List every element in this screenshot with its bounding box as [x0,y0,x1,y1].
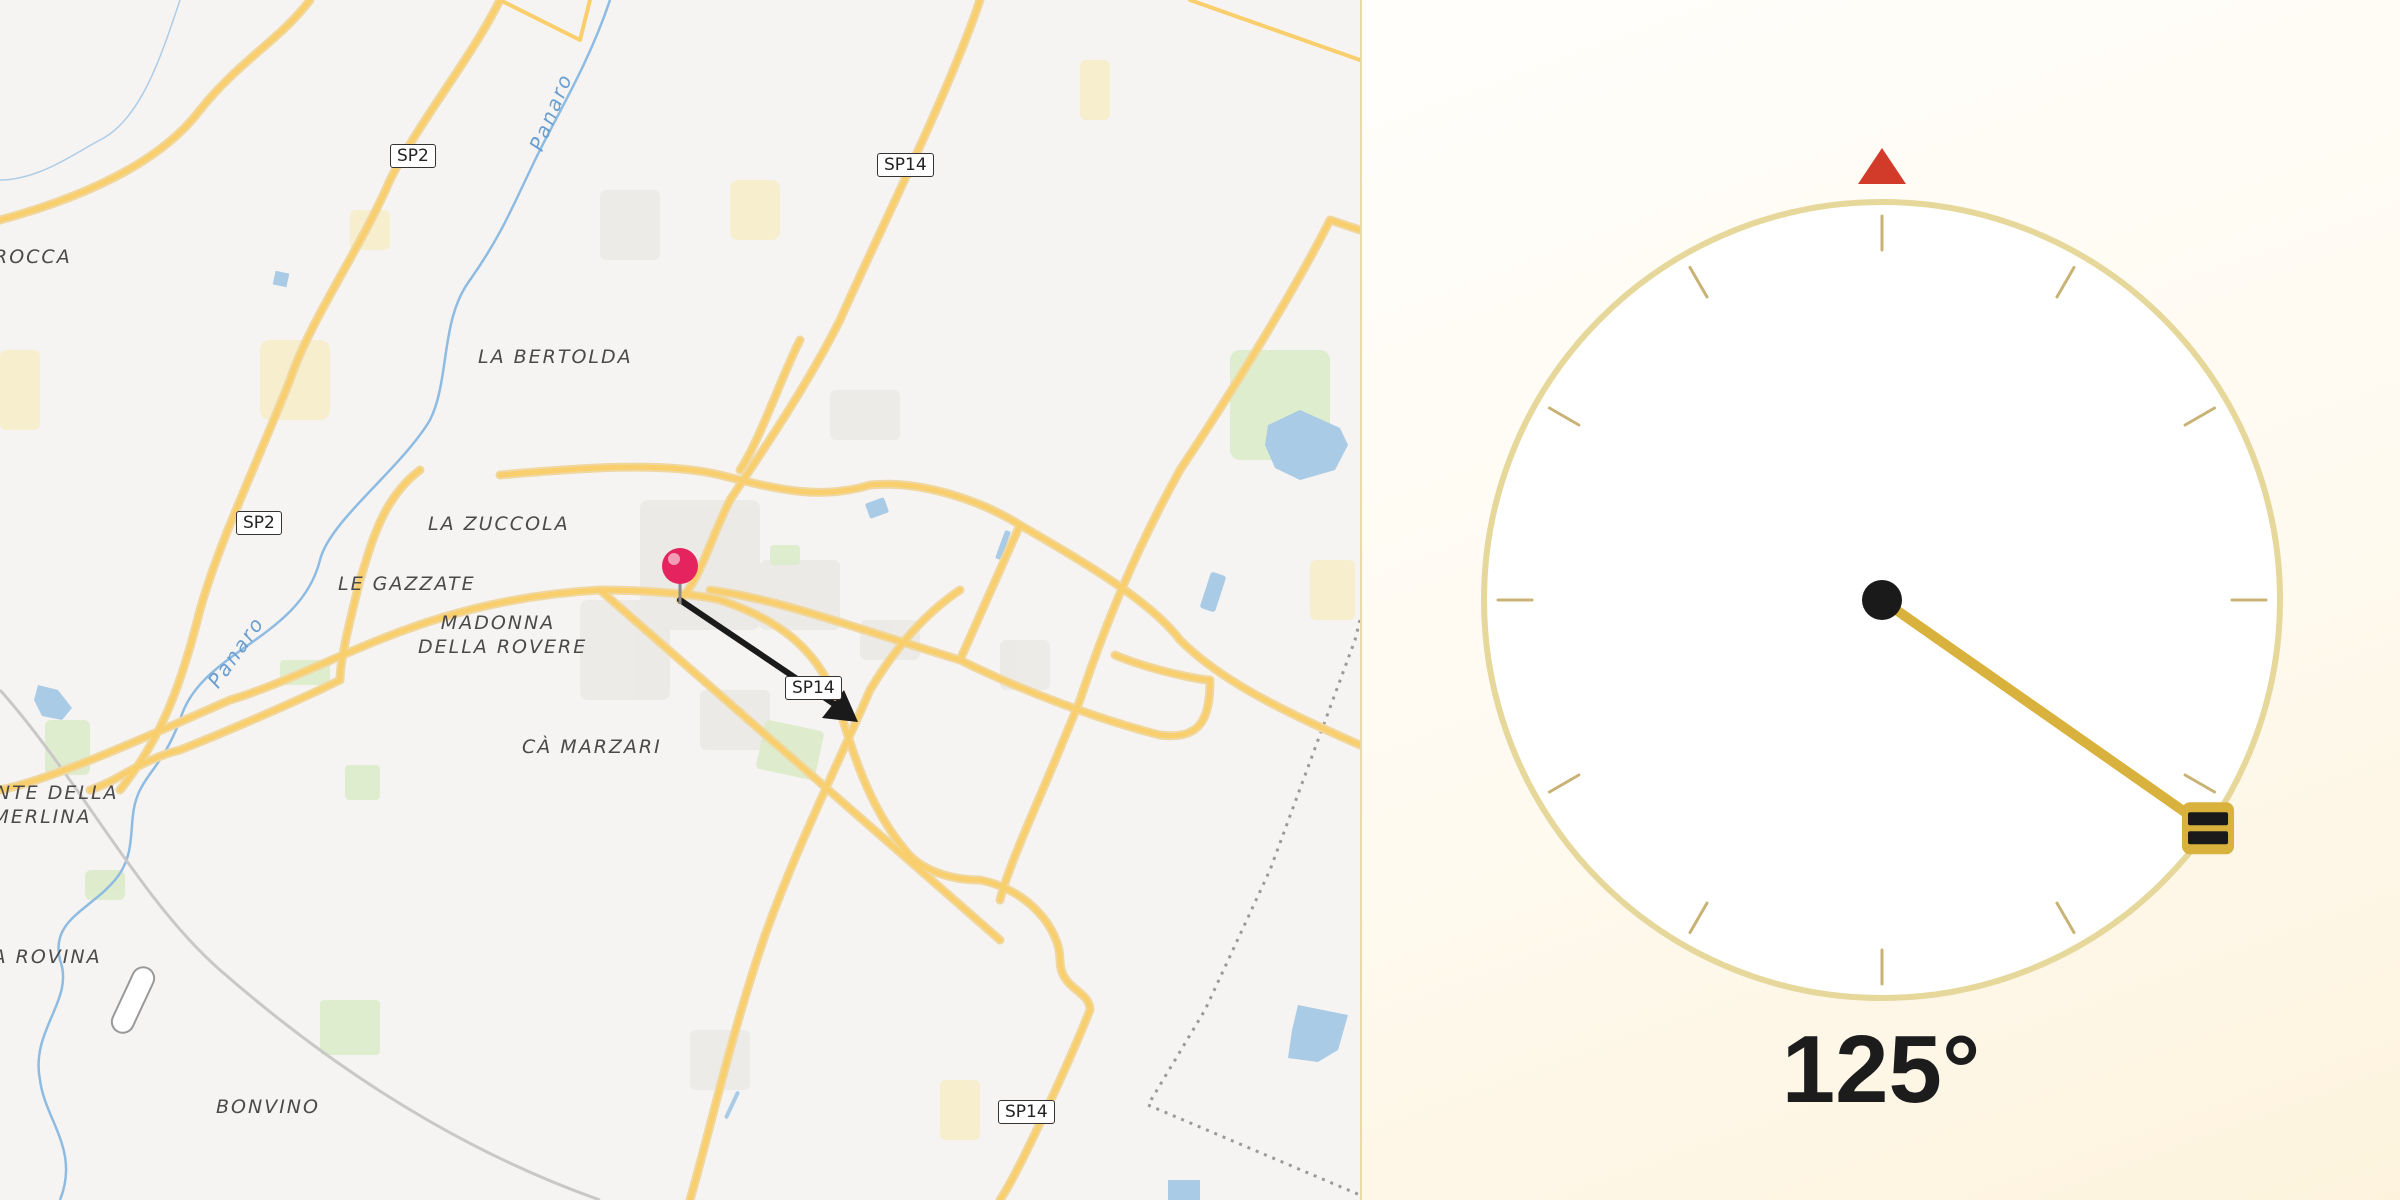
road-shield-sp2-top: SP2 [390,144,436,168]
needle-handle[interactable] [2182,802,2235,855]
map-view[interactable]: ROCCA LA BERTOLDA LA ZUCCOLA LE GAZZATE … [0,0,1360,1200]
place-label-la-zuccola: LA ZUCCOLA [428,513,570,535]
place-label-bonvino: BONVINO [216,1096,320,1118]
place-label-la-rovina: LA ROVINA [0,946,102,968]
place-label-line: DELLA ROVERE [418,636,588,658]
place-label-ponte-della-merlina: PONTE DELLA MERLINA [0,781,122,829]
handle-grip-top [2188,812,2229,826]
compass-panel: 125° [1362,0,2400,1200]
road-shield-sp14-mid: SP14 [785,676,842,700]
place-label-line: PONTE DELLA [0,782,119,804]
place-label-rocca: ROCCA [0,246,72,268]
road-shield-sp14-bottom: SP14 [998,1100,1055,1124]
map-canvas [0,0,1360,1200]
north-marker [1858,148,1906,184]
place-label-ca-marzari: CÀ MARZARI [522,736,662,758]
road-shield-sp2-mid: SP2 [236,511,282,535]
compass-hub [1862,580,1902,620]
place-label-madonna-della-rovere: MADONNA DELLA ROVERE [418,611,588,659]
place-label-la-bertolda: LA BERTOLDA [478,346,633,368]
place-label-line: MADONNA [440,612,556,634]
handle-frame [2182,802,2235,855]
place-label-le-gazzate: LE GAZZATE [338,573,476,595]
map-marker-outline [110,966,156,1034]
green-areas [45,350,1330,1055]
road-shield-sp14-top: SP14 [877,153,934,177]
place-label-line: MERLINA [0,806,92,828]
heading-readout: 125° [1781,1016,1981,1123]
handle-grip-bottom [2188,831,2229,845]
